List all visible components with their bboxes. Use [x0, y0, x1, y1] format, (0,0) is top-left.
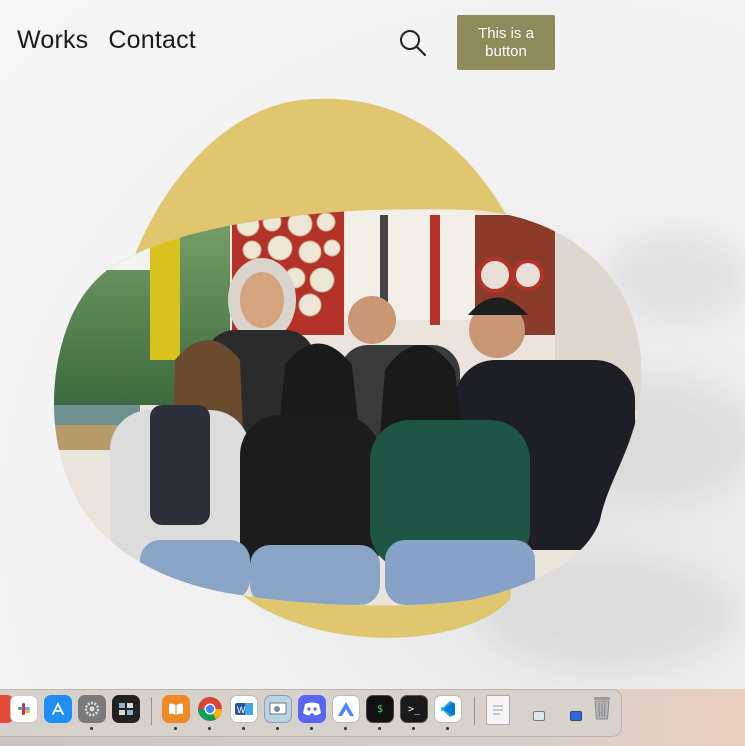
hero-image — [53, 98, 642, 638]
preview-icon[interactable] — [264, 695, 292, 723]
terminal-icon[interactable]: >_ — [400, 695, 428, 723]
svg-text:W: W — [237, 705, 246, 715]
running-indicator — [344, 727, 347, 730]
dock-separator — [474, 697, 475, 725]
running-indicator — [208, 727, 211, 730]
book-icon[interactable] — [162, 695, 190, 723]
running-indicator — [412, 727, 415, 730]
running-indicator — [310, 727, 313, 730]
vpn-icon[interactable] — [332, 695, 360, 723]
window-icon[interactable] — [533, 711, 545, 721]
document-icon[interactable] — [486, 695, 510, 725]
grid-icon[interactable] — [112, 695, 140, 723]
window-icon[interactable] — [570, 711, 582, 721]
terminal-icon[interactable]: $ — [366, 695, 394, 723]
running-indicator — [276, 727, 279, 730]
running-indicator — [378, 727, 381, 730]
gear-icon[interactable] — [78, 695, 106, 723]
running-indicator — [90, 727, 93, 730]
dock-separator — [151, 697, 152, 725]
word-icon[interactable]: W — [230, 695, 258, 723]
discord-icon[interactable] — [298, 695, 326, 723]
trash-icon[interactable] — [588, 693, 616, 721]
running-indicator — [174, 727, 177, 730]
vscode-icon[interactable] — [434, 695, 462, 723]
running-indicator — [446, 727, 449, 730]
app-store-icon[interactable] — [44, 695, 72, 723]
group-photo — [53, 209, 642, 606]
chrome-icon[interactable] — [196, 695, 224, 723]
running-indicator — [242, 727, 245, 730]
slack-icon[interactable] — [10, 695, 38, 723]
